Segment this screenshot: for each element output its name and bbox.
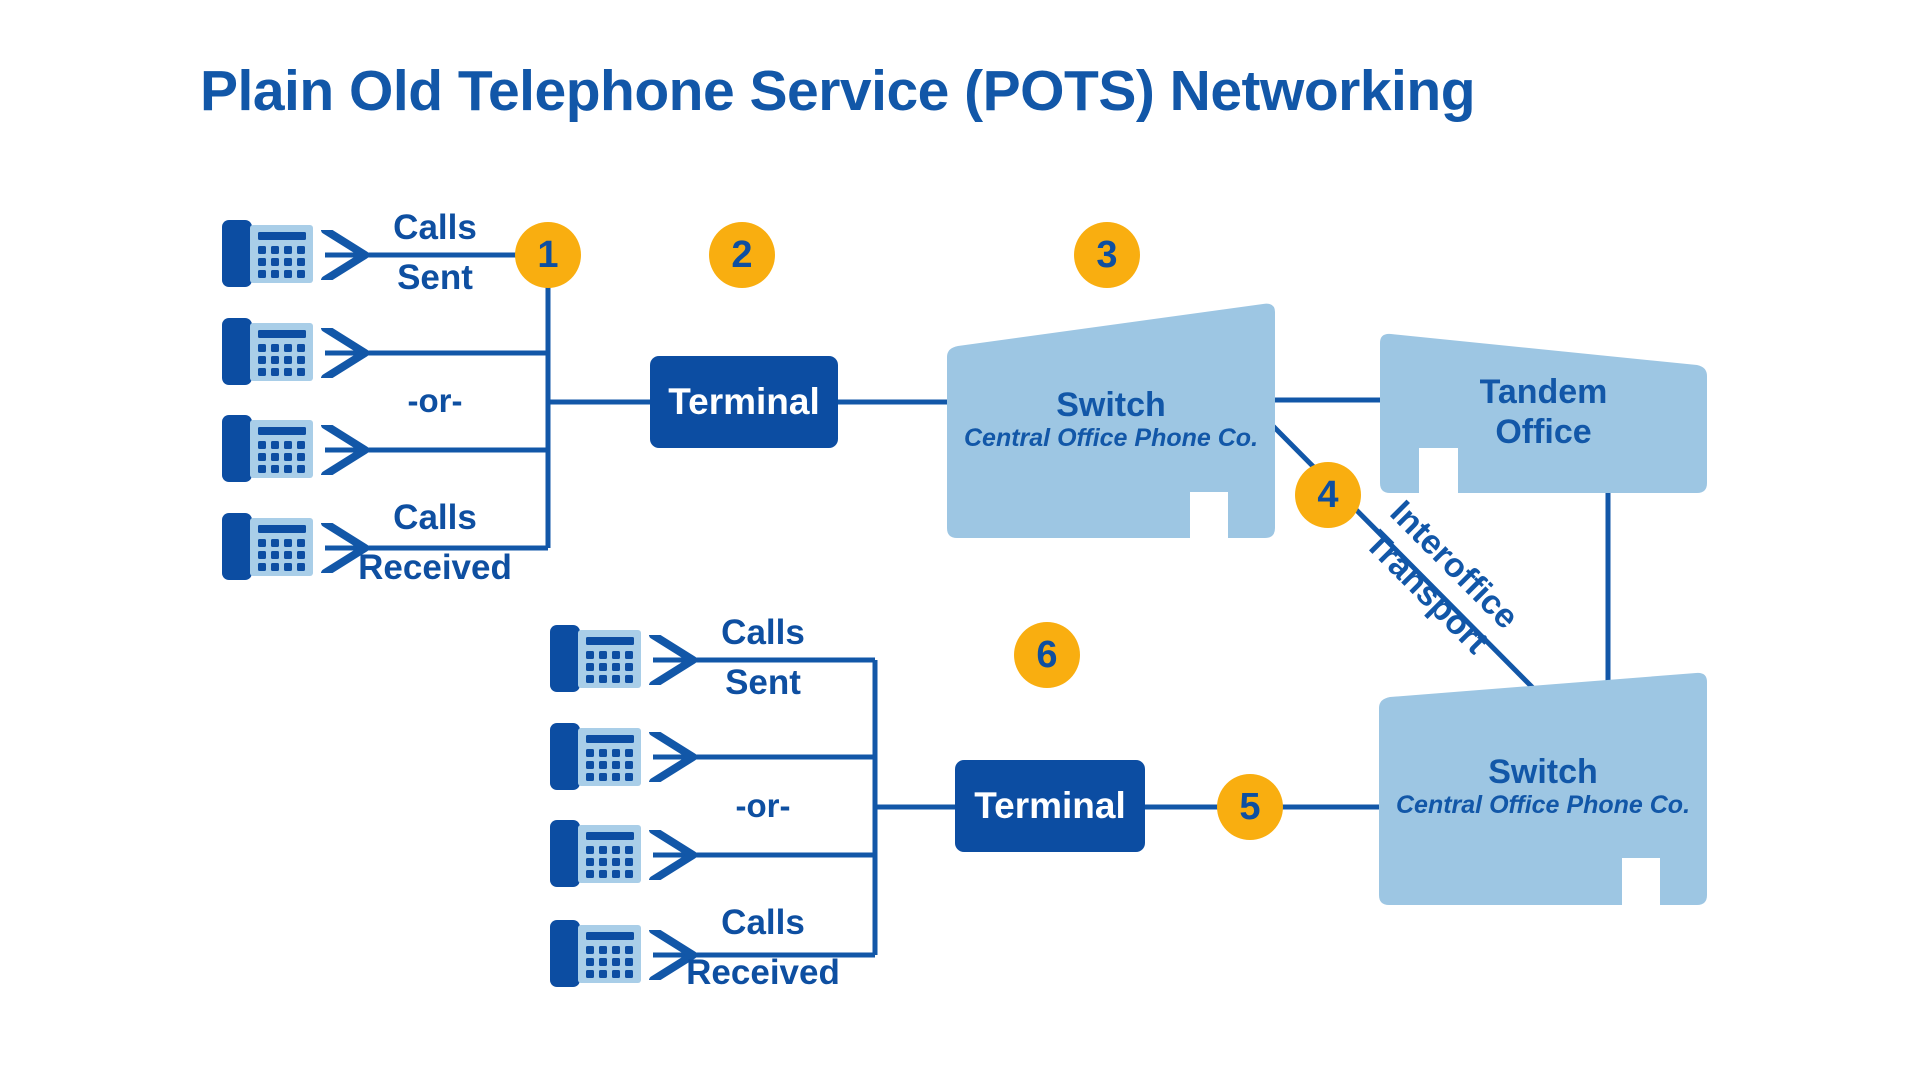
label-or-top: -or- xyxy=(407,382,463,419)
terminal-box-bottom[interactable]: Terminal xyxy=(955,760,1145,852)
step-badge-6[interactable]: 6 xyxy=(1014,622,1080,688)
terminal-box-top[interactable]: Terminal xyxy=(650,356,838,448)
label-calls-received-bottom-line2: Received xyxy=(686,953,840,992)
step-badge-4[interactable]: 4 xyxy=(1295,462,1361,528)
desk-phone-icon xyxy=(222,513,313,580)
label-calls-received-bottom-line1: Calls xyxy=(721,903,805,942)
desk-phone-icon xyxy=(550,820,641,887)
step-badge-3[interactable]: 3 xyxy=(1074,222,1140,288)
phone-icon-layer xyxy=(222,220,641,987)
desk-phone-icon xyxy=(550,920,641,987)
label-calls-sent-bottom-line1: Calls xyxy=(721,613,805,652)
step-badge-1[interactable]: 1 xyxy=(515,222,581,288)
desk-phone-icon xyxy=(550,625,641,692)
label-calls-sent-bottom-line2: Sent xyxy=(725,663,801,702)
step-badge-5[interactable]: 5 xyxy=(1217,774,1283,840)
desk-phone-icon xyxy=(550,723,641,790)
desk-phone-icon xyxy=(222,220,313,287)
desk-phone-icon xyxy=(222,415,313,482)
diagram-canvas: Plain Old Telephone Service (POTS) Netwo… xyxy=(0,0,1920,1080)
label-or-bottom: -or- xyxy=(735,787,791,824)
label-calls-received-top-line2: Received xyxy=(358,548,512,587)
label-calls-sent-top-line2: Sent xyxy=(397,258,473,297)
desk-phone-icon xyxy=(222,318,313,385)
label-calls-received-top-line1: Calls xyxy=(393,498,477,537)
label-calls-sent-top-line1: Calls xyxy=(393,208,477,247)
step-badge-2[interactable]: 2 xyxy=(709,222,775,288)
